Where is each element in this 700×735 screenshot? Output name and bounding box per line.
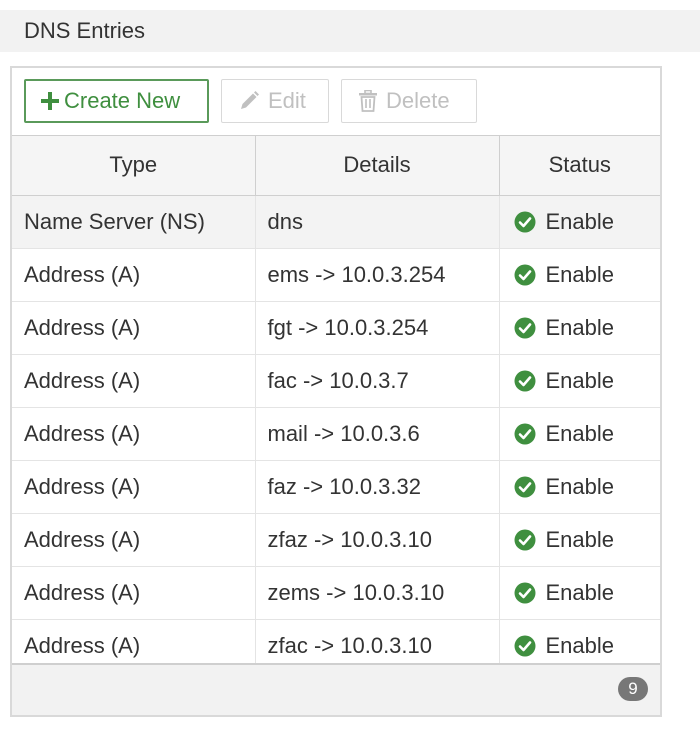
cell-details: fgt -> 10.0.3.254	[255, 301, 500, 355]
column-header-status[interactable]: Status	[499, 136, 660, 196]
cell-type: Address (A)	[12, 354, 256, 408]
cell-type: Address (A)	[12, 301, 256, 355]
section-title: DNS Entries	[24, 18, 146, 43]
status-indicator: Enable	[512, 461, 661, 513]
cell-details: mail -> 10.0.3.6	[255, 407, 500, 461]
cell-status: Enable	[499, 301, 661, 355]
table-row[interactable]: Address (A) ems -> 10.0.3.254 Enable	[12, 248, 661, 302]
entry-count-badge: 9	[618, 677, 648, 701]
cell-details: fac -> 10.0.3.7	[255, 354, 500, 408]
dns-entries-page: DNS Entries Create New Edit Delete Type …	[0, 0, 700, 735]
status-label: Enable	[545, 261, 615, 287]
table-row[interactable]: Name Server (NS) dns Enable	[12, 195, 661, 249]
cell-type: Address (A)	[12, 566, 256, 620]
create-new-label: Create New	[64, 88, 181, 113]
table-row[interactable]: Address (A) zems -> 10.0.3.10 Enable	[12, 566, 661, 620]
status-label: Enable	[545, 632, 615, 658]
status-label: Enable	[545, 420, 615, 446]
dns-entries-table: Type Details Status Name Server (NS) dns E…	[12, 136, 660, 673]
cell-status: Enable	[499, 248, 661, 302]
status-label: Enable	[545, 473, 615, 499]
status-label: Enable	[545, 579, 615, 605]
table-header-row: Type Details Status	[12, 136, 660, 196]
cell-status: Enable	[499, 195, 661, 249]
delete-label: Delete	[386, 88, 450, 113]
cell-type: Name Server (NS)	[12, 195, 256, 249]
status-label: Enable	[545, 314, 615, 340]
status-indicator: Enable	[512, 355, 661, 407]
cell-status: Enable	[499, 460, 661, 514]
cell-type: Address (A)	[12, 248, 256, 302]
check-circle-icon	[514, 423, 536, 445]
plus-icon	[40, 91, 60, 111]
toolbar: Create New Edit Delete	[12, 68, 660, 136]
check-circle-icon	[514, 529, 536, 551]
table-row[interactable]: Address (A) zfaz -> 10.0.3.10 Enable	[12, 513, 661, 567]
status-indicator: Enable	[512, 514, 661, 566]
cell-status: Enable	[499, 566, 661, 620]
table-row[interactable]: Address (A) fgt -> 10.0.3.254 Enable	[12, 301, 661, 355]
check-circle-icon	[514, 317, 536, 339]
cell-details: ems -> 10.0.3.254	[255, 248, 500, 302]
status-indicator: Enable	[512, 196, 661, 248]
check-circle-icon	[514, 476, 536, 498]
section-header: DNS Entries	[0, 10, 700, 52]
cell-status: Enable	[499, 513, 661, 567]
status-indicator: Enable	[512, 408, 661, 460]
pencil-icon	[238, 90, 260, 112]
status-label: Enable	[545, 367, 615, 393]
cell-details: faz -> 10.0.3.32	[255, 460, 500, 514]
table-footer: 9	[12, 663, 660, 715]
check-circle-icon	[514, 635, 536, 657]
table-row[interactable]: Address (A) fac -> 10.0.3.7 Enable	[12, 354, 661, 408]
cell-type: Address (A)	[12, 460, 256, 514]
table-row[interactable]: Address (A) faz -> 10.0.3.32 Enable	[12, 460, 661, 514]
status-indicator: Enable	[512, 567, 661, 619]
check-circle-icon	[514, 370, 536, 392]
cell-details: dns	[255, 195, 500, 249]
dns-entries-panel: Create New Edit Delete Type Details Stat…	[10, 66, 662, 717]
cell-type: Address (A)	[12, 513, 256, 567]
edit-button[interactable]: Edit	[221, 79, 329, 123]
cell-type: Address (A)	[12, 407, 256, 461]
cell-details: zfaz -> 10.0.3.10	[255, 513, 500, 567]
create-new-button[interactable]: Create New	[24, 79, 209, 123]
check-circle-icon	[514, 264, 536, 286]
status-label: Enable	[545, 526, 615, 552]
edit-label: Edit	[268, 88, 306, 113]
check-circle-icon	[514, 211, 536, 233]
table-row[interactable]: Address (A) mail -> 10.0.3.6 Enable	[12, 407, 661, 461]
cell-status: Enable	[499, 407, 661, 461]
cell-status: Enable	[499, 354, 661, 408]
column-header-details[interactable]: Details	[255, 136, 500, 196]
status-indicator: Enable	[512, 249, 661, 301]
delete-button[interactable]: Delete	[341, 79, 477, 123]
check-circle-icon	[514, 582, 536, 604]
status-indicator: Enable	[512, 302, 661, 354]
column-header-type[interactable]: Type	[12, 136, 256, 196]
status-label: Enable	[545, 208, 615, 234]
cell-details: zems -> 10.0.3.10	[255, 566, 500, 620]
trash-icon	[358, 90, 378, 112]
